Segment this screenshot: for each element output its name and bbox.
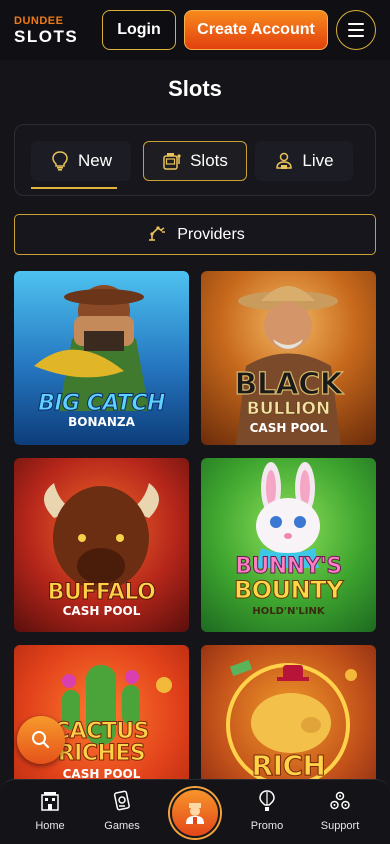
robot-arm-icon [145, 221, 167, 248]
nav-support[interactable]: Support [310, 788, 370, 832]
game-card-buffalo[interactable]: BUFFALO CASH POOL [14, 458, 189, 632]
login-button[interactable]: Login [102, 10, 176, 50]
home-icon [37, 788, 63, 814]
nav-support-label: Support [320, 820, 360, 832]
hamburger-icon[interactable] [336, 10, 376, 50]
tab-live-label: Live [302, 151, 334, 170]
game-title-line1: BLACK [234, 366, 344, 402]
bottom-navigation: Home Games Promo Support [0, 779, 390, 844]
slot-machine-icon [162, 151, 182, 171]
tab-new[interactable]: New [31, 141, 131, 181]
active-tab-underline [31, 187, 117, 189]
nav-games[interactable]: Games [92, 788, 152, 832]
game-title-line1: BIG CATCH [38, 391, 166, 417]
game-title-line2: BONANZA [68, 415, 135, 429]
nav-promo-label: Promo [250, 820, 284, 832]
game-title-line1: BUFFALO [47, 580, 156, 606]
menu-line [348, 23, 364, 25]
logo-top-text: DUNDEE [14, 14, 64, 27]
lightbulb-icon [50, 151, 70, 171]
dealer-icon [274, 151, 294, 171]
nav-games-label: Games [104, 820, 140, 832]
gears-icon [327, 788, 353, 814]
tab-slots[interactable]: Slots [143, 141, 247, 181]
menu-line [348, 29, 364, 31]
logo-bottom-text: SLOTS [14, 26, 79, 46]
create-account-button[interactable]: Create Account [184, 10, 328, 50]
providers-label: Providers [177, 225, 245, 243]
top-header: DUNDEE SLOTS Login Create Account [0, 0, 390, 60]
tab-slots-label: Slots [190, 151, 228, 170]
hot-air-balloon-icon [254, 788, 280, 814]
game-title-line3: HOLD'N'LINK [252, 606, 325, 617]
game-card-big-catch[interactable]: BIG CATCH BONANZA [14, 271, 189, 445]
nav-promo[interactable]: Promo [237, 788, 297, 832]
nav-home[interactable]: Home [20, 788, 80, 832]
game-card-black-bullion[interactable]: BLACK BULLION CASH POOL [201, 271, 376, 445]
cards-icon [109, 788, 135, 814]
nav-home-label: Home [35, 820, 65, 832]
brand-logo[interactable]: DUNDEE SLOTS [14, 14, 79, 46]
game-title-line3: CASH POOL [249, 421, 328, 435]
game-title-line1: RICH [251, 749, 326, 783]
game-card-bunnys-bounty[interactable]: BUNNY'S BOUNTY HOLD'N'LINK [201, 458, 376, 632]
tab-live[interactable]: Live [255, 141, 353, 181]
search-icon[interactable] [17, 716, 65, 764]
tab-new-label: New [77, 151, 112, 170]
page-title: Slots [168, 76, 222, 101]
game-title-line2: CASH POOL [62, 604, 141, 618]
menu-line [348, 35, 364, 37]
category-tabs: New Slots Live [14, 124, 376, 196]
providers-button[interactable]: Providers [14, 214, 376, 255]
game-title-line2: BULLION [246, 399, 331, 420]
game-title-line2: BOUNTY [233, 576, 344, 605]
dealer-avatar-icon[interactable] [170, 788, 220, 838]
app-root: DUNDEE SLOTS Login Create Account Slots … [0, 0, 390, 844]
